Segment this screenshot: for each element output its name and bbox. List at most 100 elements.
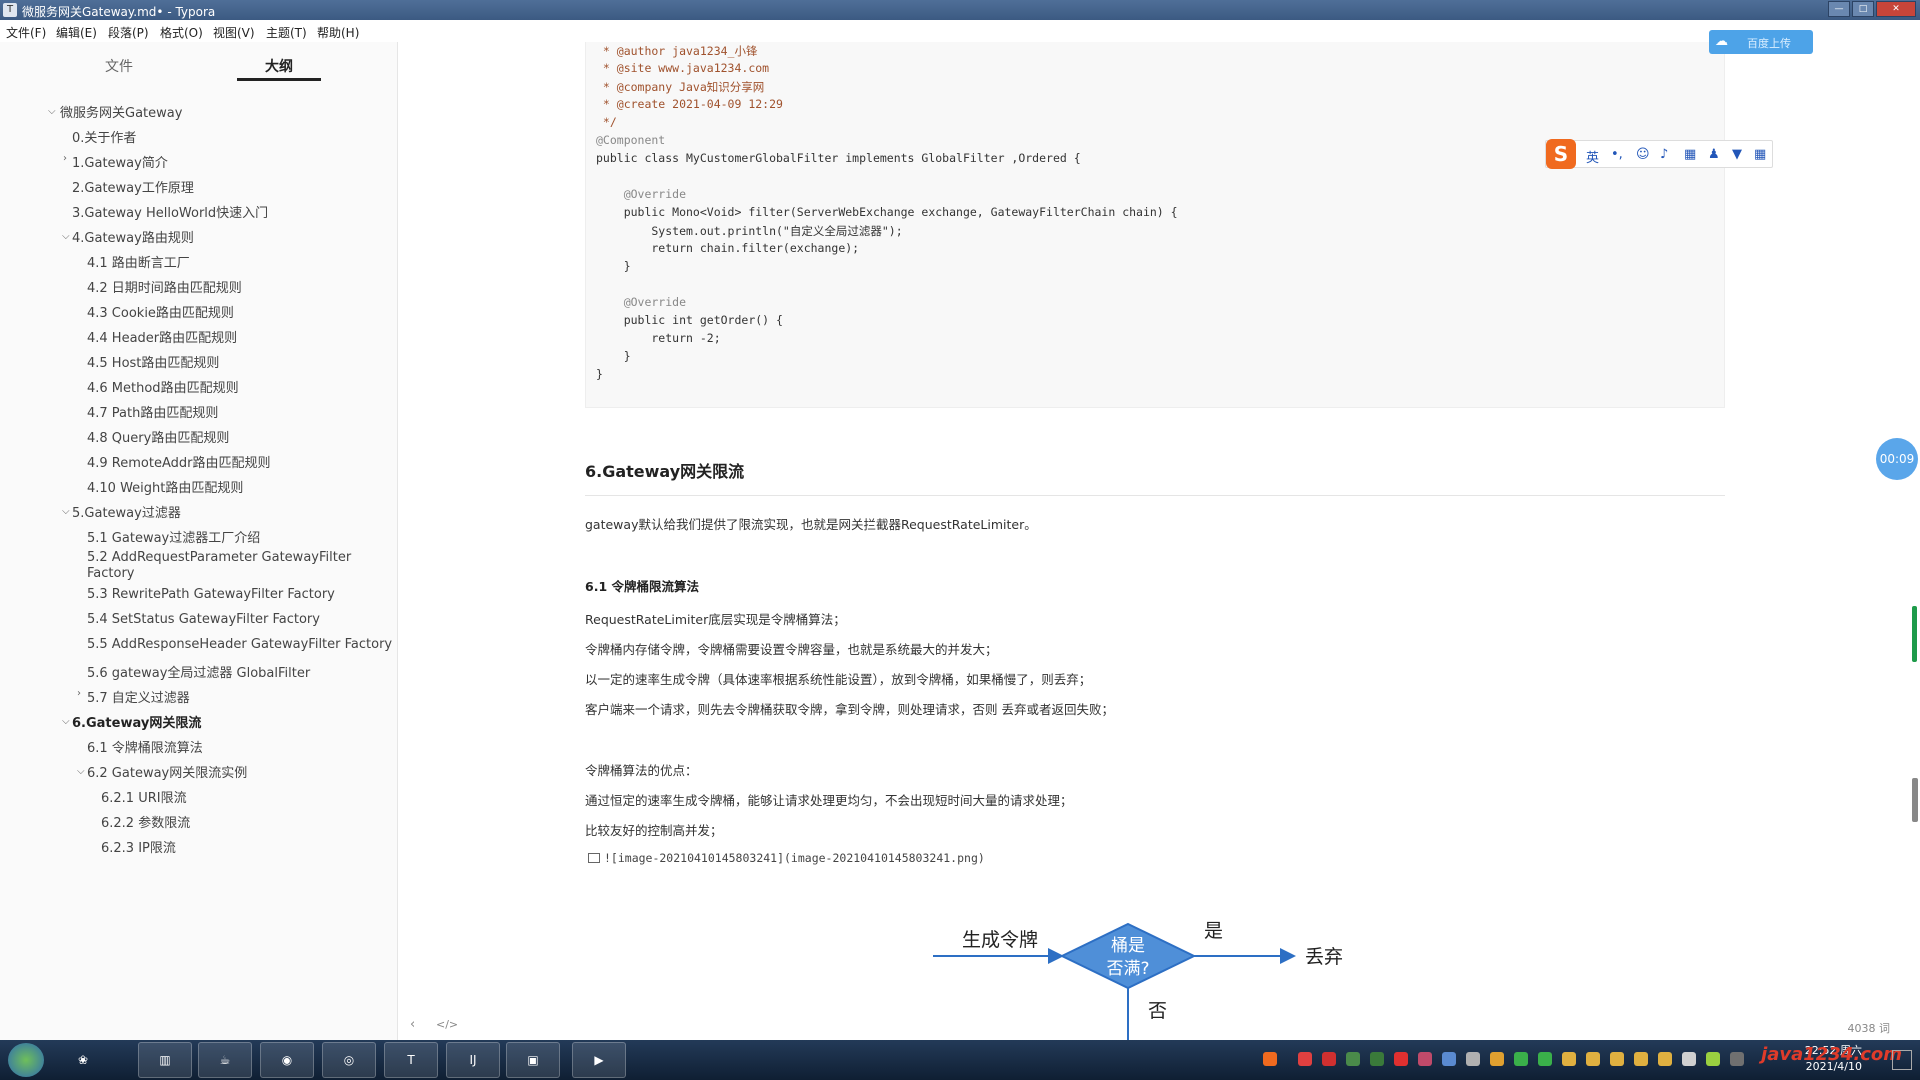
- chrome-icon[interactable]: ◎: [322, 1042, 376, 1078]
- ime-toolbar[interactable]: S 英 •, ☺ ♪ ▦ ♟ ▼ ▦: [1545, 139, 1773, 169]
- outline-item[interactable]: 6.2.3 IP限流: [101, 837, 176, 856]
- recording-timer[interactable]: 00:09: [1876, 438, 1918, 480]
- ime-punctuation-icon[interactable]: •,: [1611, 147, 1623, 162]
- outline-item[interactable]: 5.4 SetStatus GatewayFilter Factory: [87, 612, 320, 627]
- outline-item[interactable]: 4.4 Header路由匹配规则: [87, 327, 237, 346]
- tray-icon[interactable]: [1298, 1052, 1312, 1066]
- menu-theme[interactable]: 主题(T): [266, 24, 307, 41]
- tab-outline[interactable]: 大纲: [265, 56, 293, 76]
- tray-icon[interactable]: [1538, 1052, 1552, 1066]
- menu-format[interactable]: 格式(O): [160, 24, 203, 41]
- outline-item[interactable]: 5.7 自定义过滤器: [87, 687, 190, 706]
- outline-item[interactable]: 6.2.1 URI限流: [101, 787, 187, 806]
- qq-icon[interactable]: [1562, 1052, 1576, 1066]
- qq-icon[interactable]: [1658, 1052, 1672, 1066]
- intellij-taskbar-icon[interactable]: IJ: [446, 1042, 500, 1078]
- sogou-tray-icon[interactable]: [1263, 1052, 1277, 1066]
- tray-icon[interactable]: [1730, 1052, 1744, 1066]
- outline-item[interactable]: 4.8 Query路由匹配规则: [87, 427, 229, 446]
- menu-edit[interactable]: 编辑(E): [56, 24, 97, 41]
- outline-item[interactable]: 6.2.2 参数限流: [101, 812, 190, 831]
- chevron-down-icon[interactable]: ⌵: [62, 716, 70, 727]
- menu-help[interactable]: 帮助(H): [317, 24, 359, 41]
- outline-item[interactable]: 4.2 日期时间路由匹配规则: [87, 277, 242, 296]
- tray-icon[interactable]: [1418, 1052, 1432, 1066]
- chevron-down-icon[interactable]: ⌵: [48, 106, 56, 117]
- outline-item[interactable]: 5.3 RewritePath GatewayFilter Factory: [87, 587, 335, 602]
- minimize-button[interactable]: —: [1828, 1, 1850, 17]
- folder-icon[interactable]: ▣: [506, 1042, 560, 1078]
- ime-language-toggle[interactable]: 英: [1586, 147, 1599, 166]
- outline-item[interactable]: 4.Gateway路由规则: [72, 227, 194, 246]
- sogou-ime-icon[interactable]: S: [1546, 139, 1576, 169]
- outline-item[interactable]: 6.2 Gateway网关限流实例: [87, 762, 247, 781]
- back-arrow-icon[interactable]: ‹: [410, 1017, 415, 1032]
- shield-icon[interactable]: [1346, 1052, 1360, 1066]
- outline-item[interactable]: 4.3 Cookie路由匹配规则: [87, 302, 234, 321]
- outline-item[interactable]: 5.6 gateway全局过滤器 GlobalFilter: [87, 662, 310, 681]
- outline-item[interactable]: 2.Gateway工作原理: [72, 177, 194, 196]
- app-icon[interactable]: ❀: [56, 1042, 110, 1078]
- ime-emoji-icon[interactable]: ☺: [1636, 147, 1650, 162]
- tray-icon[interactable]: [1466, 1052, 1480, 1066]
- close-button[interactable]: ✕: [1876, 1, 1916, 17]
- chevron-down-icon[interactable]: ⌵: [62, 231, 70, 242]
- tray-icon[interactable]: [1442, 1052, 1456, 1066]
- menu-view[interactable]: 视图(V): [213, 24, 255, 41]
- qq-icon[interactable]: [1586, 1052, 1600, 1066]
- ime-user-icon[interactable]: ♟: [1708, 147, 1720, 162]
- ime-toolbox-icon[interactable]: ▦: [1754, 147, 1766, 162]
- outline-item[interactable]: 4.9 RemoteAddr路由匹配规则: [87, 452, 270, 471]
- typora-taskbar-icon[interactable]: T: [384, 1042, 438, 1078]
- outline-item[interactable]: 5.5 AddResponseHeader GatewayFilter Fact…: [87, 637, 392, 652]
- chevron-right-icon[interactable]: ›: [63, 153, 67, 164]
- outline-item[interactable]: 3.Gateway HelloWorld快速入门: [72, 202, 268, 221]
- wechat-icon[interactable]: [1514, 1052, 1528, 1066]
- outline-item[interactable]: 1.Gateway简介: [72, 152, 168, 171]
- outline-item[interactable]: 4.7 Path路由匹配规则: [87, 402, 218, 421]
- chart-app-icon[interactable]: ▥: [138, 1042, 192, 1078]
- browser-icon[interactable]: ◉: [260, 1042, 314, 1078]
- chevron-right-icon[interactable]: ›: [77, 688, 81, 699]
- outline-item[interactable]: 5.1 Gateway过滤器工厂介绍: [87, 527, 260, 546]
- tab-files[interactable]: 文件: [105, 56, 133, 76]
- qq-icon[interactable]: [1634, 1052, 1648, 1066]
- outline-item[interactable]: 4.6 Method路由匹配规则: [87, 377, 239, 396]
- java-app-icon[interactable]: ☕: [198, 1042, 252, 1078]
- outline-item[interactable]: 5.2 AddRequestParameter GatewayFilter: [87, 550, 351, 565]
- source-code-mode-icon[interactable]: </>: [436, 1018, 458, 1031]
- outline-item[interactable]: 6.1 令牌桶限流算法: [87, 737, 203, 756]
- outline-item[interactable]: 4.10 Weight路由匹配规则: [87, 477, 243, 496]
- ime-skin-icon[interactable]: ▼: [1732, 147, 1742, 162]
- ime-keyboard-icon[interactable]: ▦: [1684, 147, 1696, 162]
- outline-item[interactable]: Factory: [87, 566, 135, 581]
- outline-item[interactable]: 5.Gateway过滤器: [72, 502, 181, 521]
- menu-file[interactable]: 文件(F): [6, 24, 46, 41]
- tray-icon[interactable]: [1370, 1052, 1384, 1066]
- scrollbar-thumb[interactable]: [1912, 778, 1918, 822]
- editor-area[interactable]: * @author java1234_小锋 * @site www.java12…: [398, 42, 1920, 1040]
- network-icon[interactable]: [1706, 1052, 1720, 1066]
- outline-item[interactable]: 4.5 Host路由匹配规则: [87, 352, 219, 371]
- outline-item[interactable]: 0.关于作者: [72, 127, 136, 146]
- tray-icon[interactable]: [1322, 1052, 1336, 1066]
- tray-icon[interactable]: [1490, 1052, 1504, 1066]
- outline-item[interactable]: 4.1 路由断言工厂: [87, 252, 190, 271]
- start-button[interactable]: [8, 1043, 44, 1077]
- chevron-down-icon[interactable]: ⌵: [62, 506, 70, 517]
- scroll-indicator[interactable]: [1912, 606, 1917, 662]
- word-count[interactable]: 4038 词: [1848, 1020, 1891, 1036]
- chevron-down-icon[interactable]: ⌵: [77, 766, 85, 777]
- maximize-button[interactable]: □: [1852, 1, 1874, 17]
- ime-voice-icon[interactable]: ♪: [1660, 147, 1668, 162]
- qq-icon[interactable]: [1610, 1052, 1624, 1066]
- media-icon[interactable]: ▶: [572, 1042, 626, 1078]
- cloud-upload-label: 百度上传: [1747, 37, 1791, 50]
- menu-paragraph[interactable]: 段落(P): [108, 24, 149, 41]
- tray-icon[interactable]: [1394, 1052, 1408, 1066]
- show-desktop-button[interactable]: [1892, 1050, 1912, 1070]
- cloud-upload-badge[interactable]: ☁ 百度上传: [1709, 30, 1813, 54]
- volume-icon[interactable]: [1682, 1052, 1696, 1066]
- outline-item-active[interactable]: 6.Gateway网关限流: [72, 712, 201, 731]
- outline-item[interactable]: 微服务网关Gateway: [60, 102, 182, 121]
